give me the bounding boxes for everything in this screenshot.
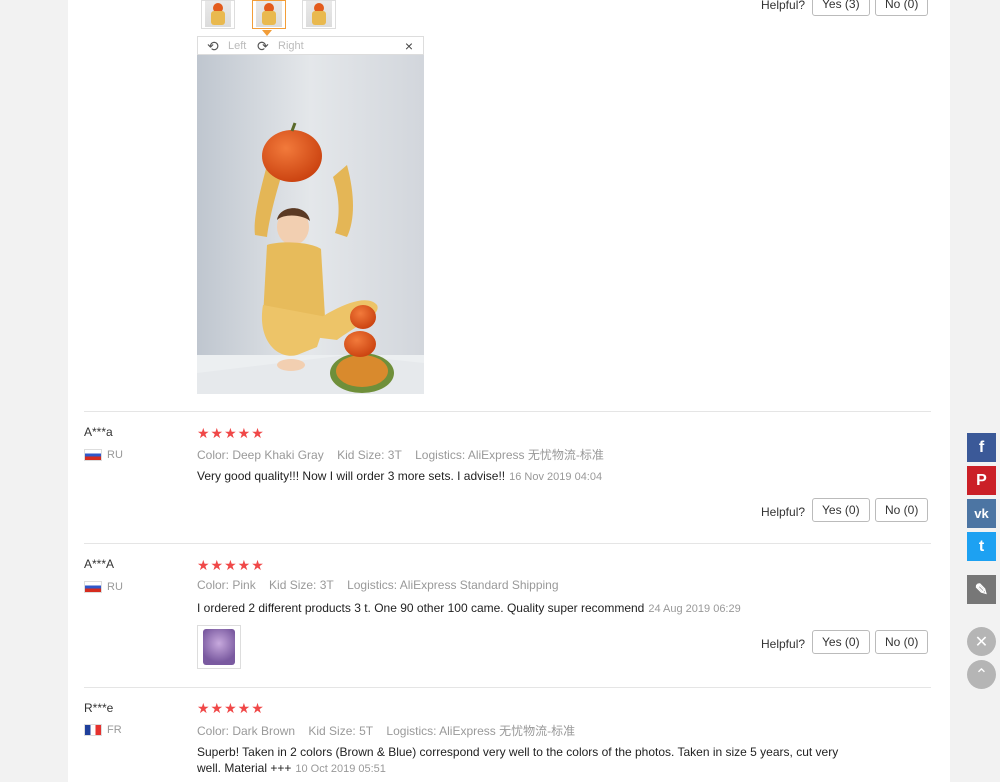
review-text: Very good quality!!! Now I will order 3 … bbox=[197, 468, 847, 485]
enlarged-review-photo bbox=[197, 55, 424, 394]
review-photo-thumb-3[interactable] bbox=[302, 0, 336, 29]
close-icon[interactable]: ✕ bbox=[967, 627, 996, 656]
reviewer-name: R***e bbox=[84, 701, 114, 715]
close-icon[interactable]: × bbox=[405, 38, 413, 54]
helpful-yes-button[interactable]: Yes (0) bbox=[812, 498, 870, 522]
star-rating: ★★★★★ bbox=[197, 557, 265, 573]
helpful-label: Helpful? bbox=[761, 637, 806, 651]
rotate-right-label[interactable]: Right bbox=[278, 40, 304, 52]
reviewer-country: FR bbox=[84, 724, 122, 736]
attr-logistics: Logistics: AliExpress Standard Shipping bbox=[347, 578, 559, 592]
facebook-share-button[interactable]: f bbox=[967, 433, 996, 462]
helpful-yes-button[interactable]: Yes (3) bbox=[812, 0, 870, 16]
country-code: RU bbox=[107, 449, 123, 461]
attr-size: Kid Size: 5T bbox=[308, 724, 374, 738]
review-photo-thumb-2[interactable] bbox=[252, 0, 286, 29]
rotate-left-icon[interactable]: ⟲ bbox=[207, 38, 219, 54]
vk-share-button[interactable]: vk bbox=[967, 499, 996, 528]
rotate-left-label[interactable]: Left bbox=[228, 40, 246, 52]
review-body: Very good quality!!! Now I will order 3 … bbox=[197, 469, 506, 483]
helpful-label: Helpful? bbox=[761, 0, 806, 12]
review-text: I ordered 2 different products 3 t. One … bbox=[197, 600, 847, 617]
review-date: 10 Oct 2019 05:51 bbox=[295, 763, 386, 775]
attr-color: Color: Deep Khaki Gray bbox=[197, 448, 324, 462]
star-rating: ★★★★★ bbox=[197, 425, 265, 441]
review-divider bbox=[84, 543, 931, 544]
attr-size: Kid Size: 3T bbox=[337, 448, 402, 462]
rotate-right-icon[interactable]: ⟳ bbox=[257, 38, 269, 54]
pencil-icon[interactable]: ✎ bbox=[967, 575, 996, 604]
country-code: FR bbox=[107, 724, 122, 736]
review-photo-thumb[interactable] bbox=[197, 625, 241, 669]
helpful-no-button[interactable]: No (0) bbox=[875, 0, 929, 16]
reviewer-name: A***A bbox=[84, 557, 115, 571]
helpful-label: Helpful? bbox=[761, 505, 806, 519]
reviewer-name: A***a bbox=[84, 425, 113, 439]
review-date: 24 Aug 2019 06:29 bbox=[648, 603, 741, 615]
helpful-no-button[interactable]: No (0) bbox=[875, 630, 929, 654]
attr-size: Kid Size: 3T bbox=[269, 578, 334, 592]
review-body: Superb! Taken in 2 colors (Brown & Blue)… bbox=[197, 745, 839, 775]
review-attributes: Color: Dark Brown Kid Size: 5T Logistics… bbox=[197, 722, 585, 739]
review-attributes: Color: Pink Kid Size: 3T Logistics: AliE… bbox=[197, 578, 569, 592]
star-rating: ★★★★★ bbox=[197, 700, 265, 716]
attr-logistics: Logistics: AliExpress 无忧物流-标准 bbox=[415, 448, 604, 462]
ru-flag-icon bbox=[84, 449, 102, 461]
reviewer-country: RU bbox=[84, 581, 123, 593]
review-divider bbox=[84, 687, 931, 688]
chevron-up-icon[interactable]: ⌃ bbox=[967, 660, 996, 689]
review-body: I ordered 2 different products 3 t. One … bbox=[197, 601, 645, 615]
helpful-yes-button[interactable]: Yes (0) bbox=[812, 630, 870, 654]
attr-color: Color: Dark Brown bbox=[197, 724, 296, 738]
review-text: Superb! Taken in 2 colors (Brown & Blue)… bbox=[197, 744, 847, 777]
review-divider bbox=[84, 411, 931, 412]
twitter-share-button[interactable]: t bbox=[967, 532, 996, 561]
country-code: RU bbox=[107, 581, 123, 593]
ru-flag-icon bbox=[84, 581, 102, 593]
pinterest-share-button[interactable]: P bbox=[967, 466, 996, 495]
helpful-no-button[interactable]: No (0) bbox=[875, 498, 929, 522]
attr-color: Color: Pink bbox=[197, 578, 256, 592]
image-viewer-toolbar: ⟲ Left ⟳ Right × bbox=[197, 36, 424, 55]
attr-logistics: Logistics: AliExpress 无忧物流-标准 bbox=[386, 724, 576, 738]
review-attributes: Color: Deep Khaki Gray Kid Size: 3T Logi… bbox=[197, 446, 614, 463]
review-photo-thumb-1[interactable] bbox=[201, 0, 235, 29]
review-date: 16 Nov 2019 04:04 bbox=[509, 471, 603, 483]
reviewer-country: RU bbox=[84, 449, 123, 461]
fr-flag-icon bbox=[84, 724, 102, 736]
